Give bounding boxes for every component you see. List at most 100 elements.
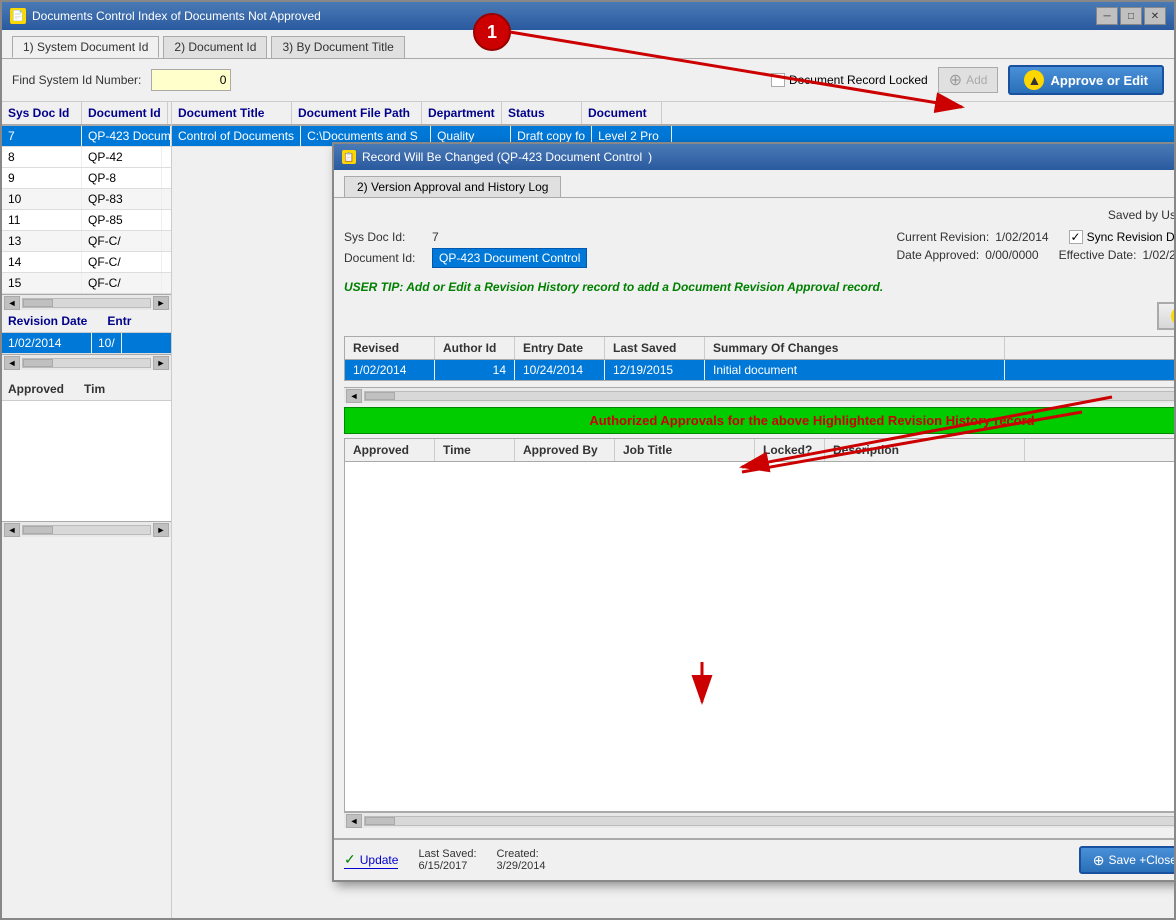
sub-window-title: Record Will Be Changed (QP-423 Document … [362, 150, 642, 164]
date-approved-value: 0/00/0000 [985, 248, 1038, 262]
sub-content: Saved by User Login: MGTREP Sys Doc Id: … [334, 198, 1174, 838]
tab-system-doc-id[interactable]: 1) System Document Id [12, 36, 159, 58]
revision-history-row[interactable]: 1/02/2014 14 10/24/2014 12/19/2015 Initi… [345, 360, 1174, 380]
app-scroll-left-btn[interactable]: ◄ [346, 814, 362, 828]
table-row[interactable]: 15 QF-C/ [2, 273, 171, 294]
left-table-header: Sys Doc Id Document Id [2, 102, 171, 126]
cell-doc-id: QP-8 [82, 168, 162, 188]
sub-window-title-right: ) [648, 150, 652, 164]
approved-h-scroll[interactable]: ◄ ► [2, 521, 171, 537]
main-title: Documents Control Index of Documents Not… [32, 9, 321, 23]
main-h-scroll[interactable]: ◄ ► [2, 294, 171, 310]
add-button[interactable]: ⊕ Add [938, 67, 999, 93]
saved-by-label: Saved by User Login: [1108, 208, 1174, 222]
approvals-table: Approved Time Approved By Job Title Lock… [344, 438, 1174, 812]
cell-doc-id: QF-C/ [82, 252, 162, 272]
document-id-value[interactable]: QP-423 Document Control [432, 248, 587, 268]
col-approved-by: Approved By [515, 439, 615, 461]
cell-doc-id: QF-C/ [82, 231, 162, 251]
revision-h-scroll[interactable]: ◄ ► [2, 354, 171, 370]
entry-cell: 10/ [92, 333, 122, 353]
approved-col: Approved [8, 382, 64, 396]
dates-row: Date Approved: 0/00/0000 Effective Date:… [896, 248, 1174, 262]
sub-window-icon: 📋 [342, 150, 356, 164]
scroll-thumb[interactable] [23, 299, 53, 307]
minimize-button[interactable]: ─ [1096, 7, 1118, 25]
content-area: Sys Doc Id Document Id 7 QP-423 Document… [2, 102, 1174, 918]
tab-by-title[interactable]: 3) By Document Title [271, 36, 404, 58]
app-scroll-thumb2[interactable] [365, 817, 395, 825]
find-input[interactable] [151, 69, 231, 91]
last-saved-label: Last Saved: [418, 848, 476, 860]
entry-col: Entr [107, 314, 131, 328]
close-button[interactable]: ✕ [1144, 7, 1166, 25]
sub-title-left: 📋 Record Will Be Changed (QP-423 Documen… [342, 150, 652, 164]
last-saved-value: 6/15/2017 [418, 860, 476, 872]
tab-document-id[interactable]: 2) Document Id [163, 36, 267, 58]
col-entry-date: Entry Date [515, 337, 605, 359]
sys-doc-id-label: Sys Doc Id: [344, 230, 424, 244]
saved-by-row: Saved by User Login: MGTREP [344, 208, 1174, 222]
cell-author-id: 14 [435, 360, 515, 380]
cell-last-saved: 12/19/2015 [605, 360, 705, 380]
title-bar-left: 📄 Documents Control Index of Documents N… [10, 8, 321, 24]
revision-history-table: Revised Author Id Entry Date Last Saved … [344, 336, 1174, 381]
app-scroll-left[interactable]: ◄ [4, 523, 20, 537]
table-row[interactable]: 14 QF-C/ [2, 252, 171, 273]
created-label: Created: [497, 848, 546, 860]
table-row[interactable]: 9 QP-8 [2, 168, 171, 189]
table-row[interactable]: 8 QP-42 [2, 147, 171, 168]
sync-checkbox[interactable]: ✓ [1069, 230, 1083, 244]
effective-date-group: Effective Date: 1/02/2014 [1059, 248, 1174, 262]
col-job-title: Job Title [615, 439, 755, 461]
maximize-button[interactable]: □ [1120, 7, 1142, 25]
locked-label: Document Record Locked [789, 73, 928, 87]
sub-tab-version[interactable]: 2) Version Approval and History Log [344, 176, 561, 197]
revision-date-col: Revision Date [8, 314, 87, 328]
rev-scroll-thumb2[interactable] [365, 392, 395, 400]
main-tab-bar: 1) System Document Id 2) Document Id 3) … [2, 30, 1174, 59]
scroll-right[interactable]: ► [153, 296, 169, 310]
update-button[interactable]: ✓ Update [344, 851, 398, 869]
approved-header: Approved Tim [2, 378, 171, 401]
document-id-label: Document Id: [344, 251, 424, 265]
col-file-path: Document File Path [292, 102, 422, 124]
save-close-button[interactable]: ⊕ Save +Close [1079, 846, 1174, 874]
document-id-field: Document Id: QP-423 Document Control [344, 248, 587, 268]
revision-h-scroll[interactable]: ◄ ► [344, 387, 1174, 403]
approvals-h-scroll[interactable]: ◄ ► [344, 812, 1174, 828]
revision-info-row: Current Revision: 1/02/2014 ✓ Sync Revis… [896, 230, 1174, 244]
scroll-track [22, 298, 151, 308]
add-approval-button[interactable]: ▲ Add Approval [1157, 302, 1174, 330]
locked-checkbox[interactable] [771, 73, 785, 87]
table-row[interactable]: 7 QP-423 Document Contro [2, 126, 171, 147]
col-last-saved: Last Saved [605, 337, 705, 359]
cell-doc-id: QP-42 [82, 147, 162, 167]
right-ids: Current Revision: 1/02/2014 ✓ Sync Revis… [896, 230, 1174, 262]
cell-doc-id: QP-423 Document Contro [82, 126, 171, 146]
rev-scroll-thumb[interactable] [23, 359, 53, 367]
cell-revised: 1/02/2014 [345, 360, 435, 380]
green-banner: Authorized Approvals for the above Highl… [344, 407, 1174, 434]
app-scroll-thumb[interactable] [23, 526, 53, 534]
col-document: Document [582, 102, 662, 124]
cell-sys-id: 7 [2, 126, 82, 146]
approve-edit-button[interactable]: ▲ Approve or Edit [1008, 65, 1164, 95]
rev-scroll-track [22, 358, 151, 368]
title-bar-controls: ─ □ ✕ [1096, 7, 1166, 25]
col-locked: Locked? [755, 439, 825, 461]
table-row[interactable]: 10 QP-83 [2, 189, 171, 210]
rev-scroll-right[interactable]: ► [153, 356, 169, 370]
cell-doc-title: Control of Documents [172, 126, 301, 146]
app-scroll-right[interactable]: ► [153, 523, 169, 537]
find-label: Find System Id Number: [12, 73, 141, 87]
table-row[interactable]: 13 QF-C/ [2, 231, 171, 252]
revision-row[interactable]: 1/02/2014 10/ [2, 333, 171, 354]
rev-scroll-left-btn[interactable]: ◄ [346, 389, 362, 403]
main-panel: Document Title Document File Path Depart… [172, 102, 1174, 918]
cell-summary: Initial document [705, 360, 1005, 380]
table-row[interactable]: 11 QP-85 [2, 210, 171, 231]
scroll-left[interactable]: ◄ [4, 296, 20, 310]
rev-scroll-left[interactable]: ◄ [4, 356, 20, 370]
rev-scroll-track2 [364, 391, 1174, 401]
